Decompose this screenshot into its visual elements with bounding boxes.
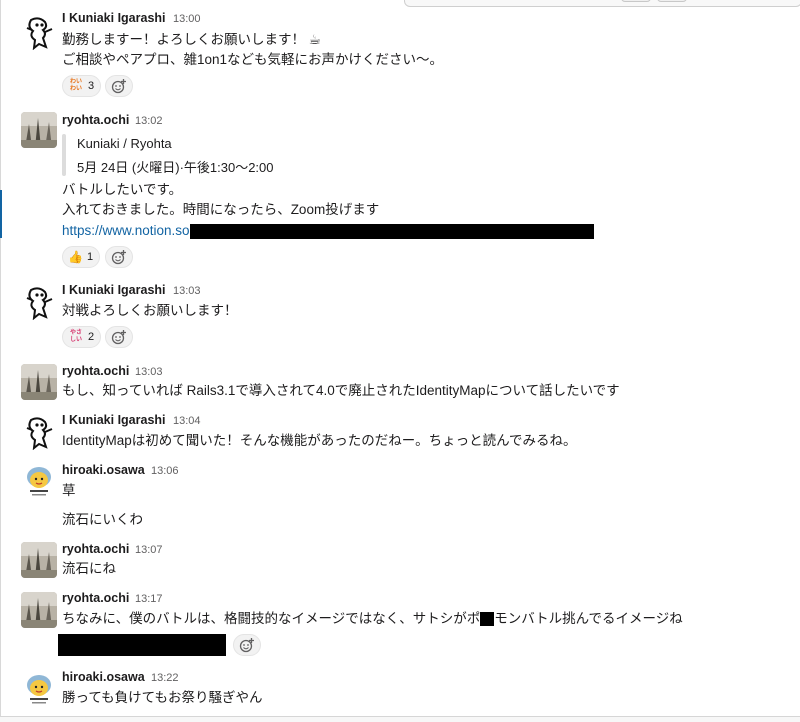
avatar-ryohta[interactable]	[21, 364, 57, 400]
timestamp[interactable]: 13:06	[151, 465, 179, 477]
message-text: 勤務しますー！よろしくお願いします！ ☕	[62, 32, 321, 47]
timestamp[interactable]: 13:04	[173, 415, 201, 427]
timestamp[interactable]: 13:03	[173, 285, 201, 297]
add-emoji-icon	[239, 638, 254, 653]
add-reaction-button[interactable]	[105, 246, 133, 268]
avatar-ryohta[interactable]	[21, 112, 57, 148]
message-text: 草	[62, 483, 76, 498]
redacted-reaction	[58, 634, 226, 656]
redacted-block	[480, 612, 495, 627]
quote-line: Kuniaki / Ryohta	[77, 136, 172, 151]
message-text: 入れておきました。時間になったら、Zoom投げます	[62, 202, 380, 217]
add-reaction-button[interactable]	[105, 326, 133, 348]
user-name[interactable]: hiroaki.osawa	[62, 670, 145, 684]
user-name[interactable]: I Kuniaki Igarashi	[62, 413, 166, 427]
avatar-hiroaki[interactable]	[21, 671, 57, 707]
reaction-count: 3	[88, 80, 95, 92]
add-emoji-icon	[111, 79, 126, 94]
quote-line: 5月 24日 (火曜日)·午後1:30〜2:00	[77, 160, 274, 175]
message-text: 勝っても負けてもお祭り騒ぎやん	[62, 690, 263, 705]
avatar-ryohta[interactable]	[21, 592, 57, 628]
add-emoji-icon	[111, 330, 126, 345]
user-name[interactable]: ryohta.ochi	[62, 591, 129, 605]
avatar-kuniaki[interactable]	[21, 14, 57, 50]
message-text: 流石にいくわ	[62, 512, 143, 527]
reaction-count: 1	[86, 251, 94, 263]
add-reaction-button[interactable]	[105, 75, 133, 97]
message-text-row: ちなみに、僕のバトルは、格闘技的なイメージではなく、サトシがポ モンバトル挑んでる…	[62, 609, 683, 629]
user-name[interactable]: I Kuniaki Igarashi	[62, 283, 166, 297]
quote-bar	[62, 134, 66, 176]
avatar-ryohta[interactable]	[21, 542, 57, 578]
message-text: IdentityMapは初めて聞いた！そんな機能があったのだねー。ちょっと読んで…	[62, 433, 577, 448]
add-reaction-button[interactable]	[233, 634, 261, 656]
unread-indicator	[0, 190, 2, 238]
message-link-row: https://www.notion.so	[62, 221, 594, 241]
avatar-kuniaki[interactable]	[21, 284, 57, 320]
message-text: もし、知っていれば Rails3.1で導入されて4.0で廃止されたIdentit…	[62, 383, 620, 398]
message-text: ちなみに、僕のバトルは、格闘技的なイメージではなく、サトシがポ	[62, 611, 481, 626]
thumbs-up-icon: 👍	[68, 250, 83, 264]
message-text: ご相談やペアプロ、雑1on1なども気軽にお声かけください〜。	[62, 52, 444, 67]
reaction-yasashii[interactable]: やさ しい 2	[62, 326, 102, 348]
user-name[interactable]: ryohta.ochi	[62, 364, 129, 378]
avatar-kuniaki[interactable]	[21, 414, 57, 450]
reaction-thumbs-up[interactable]: 👍 1	[62, 246, 101, 268]
message-text: 対戦よろしくお願いします！	[62, 303, 238, 318]
left-border	[0, 0, 1, 721]
message-text: モンバトル挑んでるイメージね	[494, 611, 683, 626]
reaction-count: 2	[88, 331, 95, 343]
redacted-block	[189, 223, 594, 239]
avatar-hiroaki[interactable]	[21, 463, 57, 499]
yasashii-stamp-icon: やさ しい	[69, 330, 82, 343]
timestamp[interactable]: 13:07	[135, 544, 163, 556]
timestamp[interactable]: 13:00	[173, 13, 201, 25]
message-text: 流石にね	[62, 561, 116, 576]
search-bar-edge[interactable]	[404, 0, 800, 7]
topbar-button[interactable]	[621, 0, 651, 2]
topbar-button[interactable]	[657, 0, 687, 2]
message-text: バトルしたいです。	[62, 182, 183, 197]
user-name[interactable]: I Kuniaki Igarashi	[62, 11, 166, 25]
timestamp[interactable]: 13:03	[135, 366, 163, 378]
timestamp[interactable]: 13:02	[135, 115, 163, 127]
notion-link[interactable]: https://www.notion.so	[62, 223, 190, 238]
composer-edge[interactable]	[0, 716, 800, 722]
wai-wai-stamp-icon: わい わい	[69, 79, 82, 92]
add-emoji-icon	[111, 250, 126, 265]
timestamp[interactable]: 13:17	[135, 593, 163, 605]
user-name[interactable]: hiroaki.osawa	[62, 463, 145, 477]
user-name[interactable]: ryohta.ochi	[62, 113, 129, 127]
timestamp[interactable]: 13:22	[151, 672, 179, 684]
user-name[interactable]: ryohta.ochi	[62, 542, 129, 556]
reaction-wai-wai[interactable]: わい わい 3	[62, 75, 102, 97]
